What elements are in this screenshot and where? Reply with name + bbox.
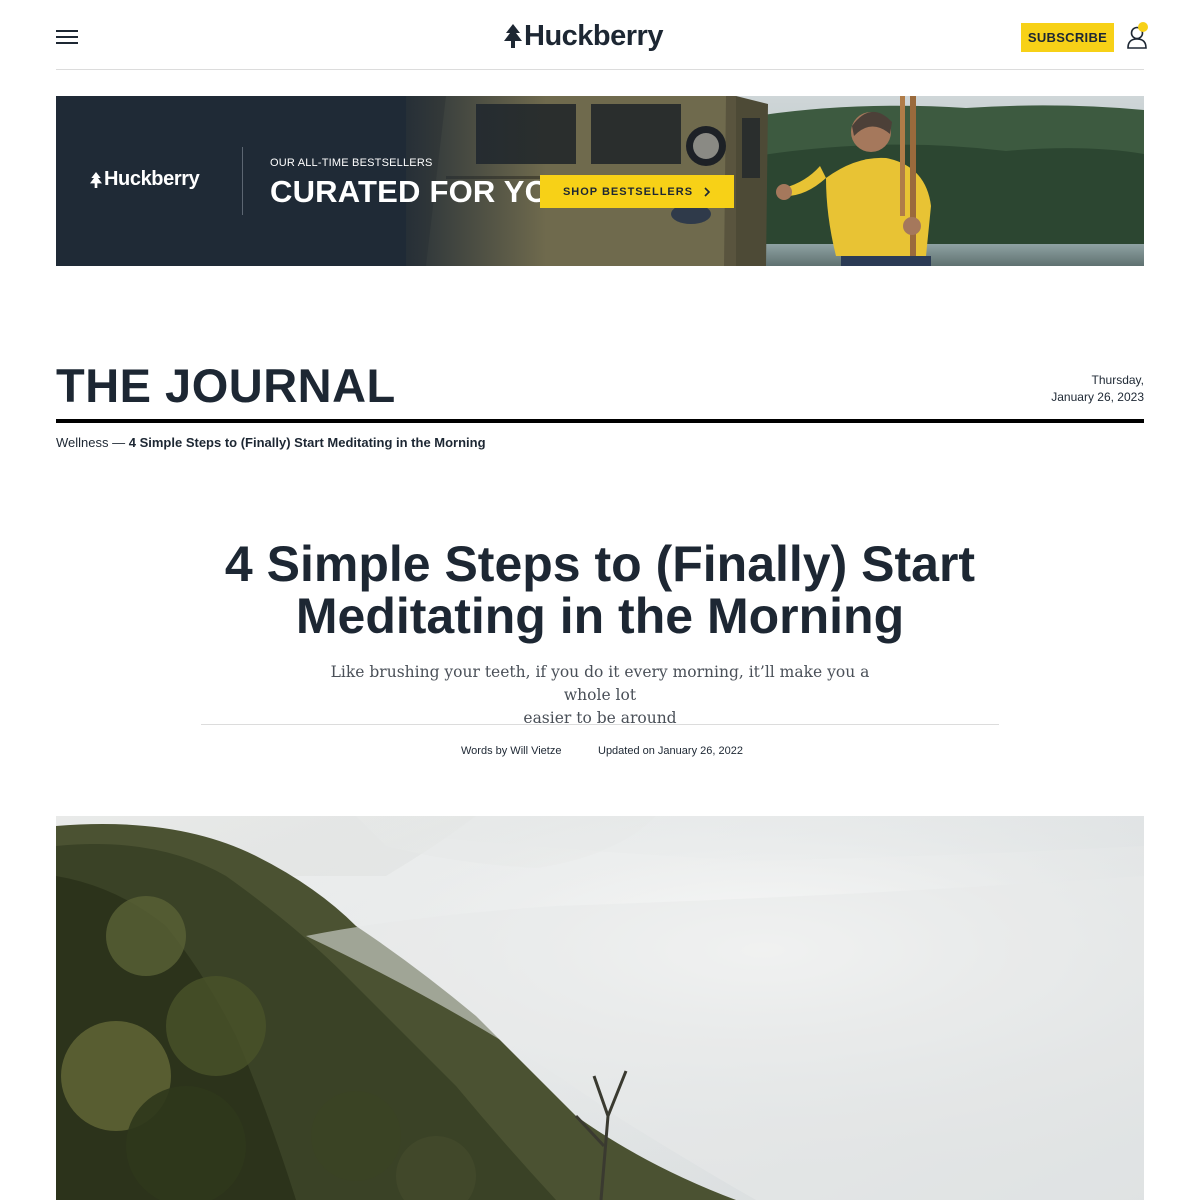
journal-date-day: Thursday, bbox=[1091, 373, 1144, 387]
subscribe-button[interactable]: SUBSCRIBE bbox=[1021, 23, 1114, 52]
journal-date-full: January 26, 2023 bbox=[1051, 390, 1144, 404]
banner-logo: Huckberry bbox=[90, 168, 200, 191]
article-title: 4 Simple Steps to (Finally) Start Medita… bbox=[200, 538, 1000, 642]
journal-date: Thursday, January 26, 2023 bbox=[1051, 372, 1144, 406]
site-logo[interactable]: Huckberry bbox=[504, 18, 663, 54]
banner-eyebrow: OUR ALL-TIME BESTSELLERS bbox=[270, 157, 433, 169]
promo-banner[interactable]: Huckberry OUR ALL-TIME BESTSELLERS CURAT… bbox=[56, 96, 1144, 266]
site-header: Huckberry SUBSCRIBE bbox=[56, 0, 1148, 70]
banner-logo-wordmark: Huckberry bbox=[104, 168, 200, 190]
hero-image bbox=[56, 816, 1144, 1200]
article-title-line-2: Meditating in the Morning bbox=[295, 588, 905, 644]
article-subtitle-line-2: easier to be around bbox=[523, 709, 677, 727]
banner-title: CURATED FOR YOU bbox=[270, 174, 572, 209]
journal-divider bbox=[56, 419, 1144, 423]
article-title-line-1: 4 Simple Steps to (Finally) Start bbox=[224, 536, 976, 592]
pine-tree-icon bbox=[504, 24, 522, 48]
shop-bestsellers-label: SHOP BESTSELLERS bbox=[562, 185, 694, 198]
breadcrumb-category-link[interactable]: Wellness bbox=[56, 435, 109, 450]
article-subtitle-line-1: Like brushing your teeth, if you do it e… bbox=[330, 663, 870, 704]
hero-photo bbox=[56, 816, 1144, 1200]
breadcrumb: Wellness — 4 Simple Steps to (Finally) S… bbox=[56, 435, 486, 450]
author-byline[interactable]: Words by Will Vietze bbox=[461, 745, 561, 757]
notification-dot bbox=[1138, 22, 1148, 32]
banner-divider bbox=[242, 147, 243, 215]
journal-title[interactable]: THE JOURNAL bbox=[56, 358, 396, 413]
logo-wordmark: Huckberry bbox=[524, 19, 663, 52]
shop-bestsellers-button[interactable]: SHOP BESTSELLERS bbox=[540, 175, 734, 208]
hamburger-menu-icon[interactable] bbox=[56, 27, 78, 47]
article-subtitle: Like brushing your teeth, if you do it e… bbox=[310, 661, 890, 730]
article-divider bbox=[201, 724, 999, 725]
breadcrumb-separator: — bbox=[108, 435, 129, 450]
breadcrumb-current: 4 Simple Steps to (Finally) Start Medita… bbox=[128, 435, 486, 450]
chevron-right-icon bbox=[704, 186, 711, 197]
updated-date: Updated on January 26, 2022 bbox=[598, 745, 743, 757]
pine-tree-icon bbox=[90, 171, 102, 188]
